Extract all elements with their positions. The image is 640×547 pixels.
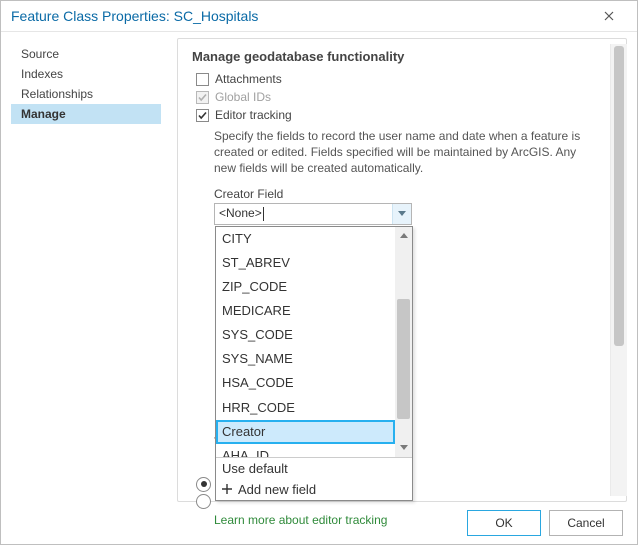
creator-field-block: Creator Field <None> CITY bbox=[214, 187, 622, 509]
creator-field-combo[interactable]: <None> CITY ST_ABREV ZIP_CODE bbox=[214, 203, 412, 225]
section-heading: Manage geodatabase functionality bbox=[192, 49, 622, 64]
checkbox-attachments[interactable] bbox=[196, 73, 209, 86]
dropdown-option[interactable]: CITY bbox=[216, 227, 395, 251]
radio-dot-icon bbox=[201, 481, 207, 487]
dropdown-option[interactable]: HSA_CODE bbox=[216, 371, 395, 395]
dropdown-add-new-label: Add new field bbox=[238, 482, 316, 497]
checkbox-label-globalids: Global IDs bbox=[215, 90, 271, 104]
creator-field-value: <None> bbox=[219, 206, 262, 220]
scroll-up-icon[interactable] bbox=[395, 227, 412, 244]
dropdown-items: CITY ST_ABREV ZIP_CODE MEDICARE SYS_CODE… bbox=[216, 227, 412, 457]
dropdown-option[interactable]: HRR_CODE bbox=[216, 396, 395, 420]
sidebar: Source Indexes Relationships Manage bbox=[11, 38, 161, 502]
dropdown-option[interactable]: ZIP_CODE bbox=[216, 275, 395, 299]
creator-field-label: Creator Field bbox=[214, 187, 622, 201]
checkbox-row-attachments[interactable]: Attachments bbox=[196, 72, 622, 86]
checkbox-row-globalids: Global IDs bbox=[196, 90, 622, 104]
checkbox-label-editor: Editor tracking bbox=[215, 108, 292, 122]
check-icon bbox=[197, 92, 208, 103]
creator-field-input[interactable]: <None> bbox=[215, 206, 392, 221]
dropdown-option[interactable]: ST_ABREV bbox=[216, 251, 395, 275]
main-panel: Manage geodatabase functionality Attachm… bbox=[177, 38, 627, 502]
dropdown-option[interactable]: SYS_NAME bbox=[216, 347, 395, 371]
checkbox-editor[interactable] bbox=[196, 109, 209, 122]
dropdown-use-default[interactable]: Use default bbox=[216, 458, 412, 479]
sidebar-item-relationships[interactable]: Relationships bbox=[11, 84, 161, 104]
dialog-window: Feature Class Properties: SC_Hospitals S… bbox=[0, 0, 638, 545]
plus-icon bbox=[222, 484, 232, 494]
dropdown-scroll-area: CITY ST_ABREV ZIP_CODE MEDICARE SYS_CODE… bbox=[216, 227, 412, 457]
main-inner: Manage geodatabase functionality Attachm… bbox=[192, 49, 622, 491]
check-icon bbox=[197, 110, 208, 121]
dropdown-option[interactable]: AHA_ID bbox=[216, 444, 395, 457]
close-button[interactable] bbox=[589, 2, 629, 30]
sidebar-item-indexes[interactable]: Indexes bbox=[11, 64, 161, 84]
sidebar-item-source[interactable]: Source bbox=[11, 44, 161, 64]
titlebar: Feature Class Properties: SC_Hospitals bbox=[1, 1, 637, 32]
creator-field-dropdown: CITY ST_ABREV ZIP_CODE MEDICARE SYS_CODE… bbox=[215, 226, 413, 501]
dropdown-scrollbar[interactable] bbox=[395, 227, 412, 457]
checkbox-label-attachments: Attachments bbox=[215, 72, 282, 86]
close-icon bbox=[604, 11, 614, 21]
radio-selected[interactable] bbox=[196, 477, 211, 492]
editor-description: Specify the fields to record the user na… bbox=[214, 128, 584, 177]
dropdown-option-highlighted[interactable]: Creator bbox=[216, 420, 395, 444]
dropdown-option[interactable]: SYS_CODE bbox=[216, 323, 395, 347]
sidebar-item-manage[interactable]: Manage bbox=[11, 104, 161, 124]
scrollbar-thumb[interactable] bbox=[397, 299, 410, 419]
dropdown-add-new-field[interactable]: Add new field bbox=[216, 479, 412, 500]
learn-more-link[interactable]: Learn more about editor tracking bbox=[214, 513, 622, 527]
checkbox-row-editor[interactable]: Editor tracking bbox=[196, 108, 622, 122]
dialog-body: Source Indexes Relationships Manage Mana… bbox=[1, 32, 637, 502]
window-title: Feature Class Properties: SC_Hospitals bbox=[11, 8, 258, 24]
scroll-down-icon[interactable] bbox=[395, 440, 412, 457]
radio-unselected[interactable] bbox=[196, 494, 211, 509]
text-caret bbox=[263, 207, 264, 221]
scrollbar-track[interactable] bbox=[395, 244, 412, 440]
chevron-down-icon bbox=[398, 211, 406, 217]
dropdown-option[interactable]: MEDICARE bbox=[216, 299, 395, 323]
combo-dropdown-button[interactable] bbox=[392, 204, 411, 224]
checkbox-globalids bbox=[196, 91, 209, 104]
